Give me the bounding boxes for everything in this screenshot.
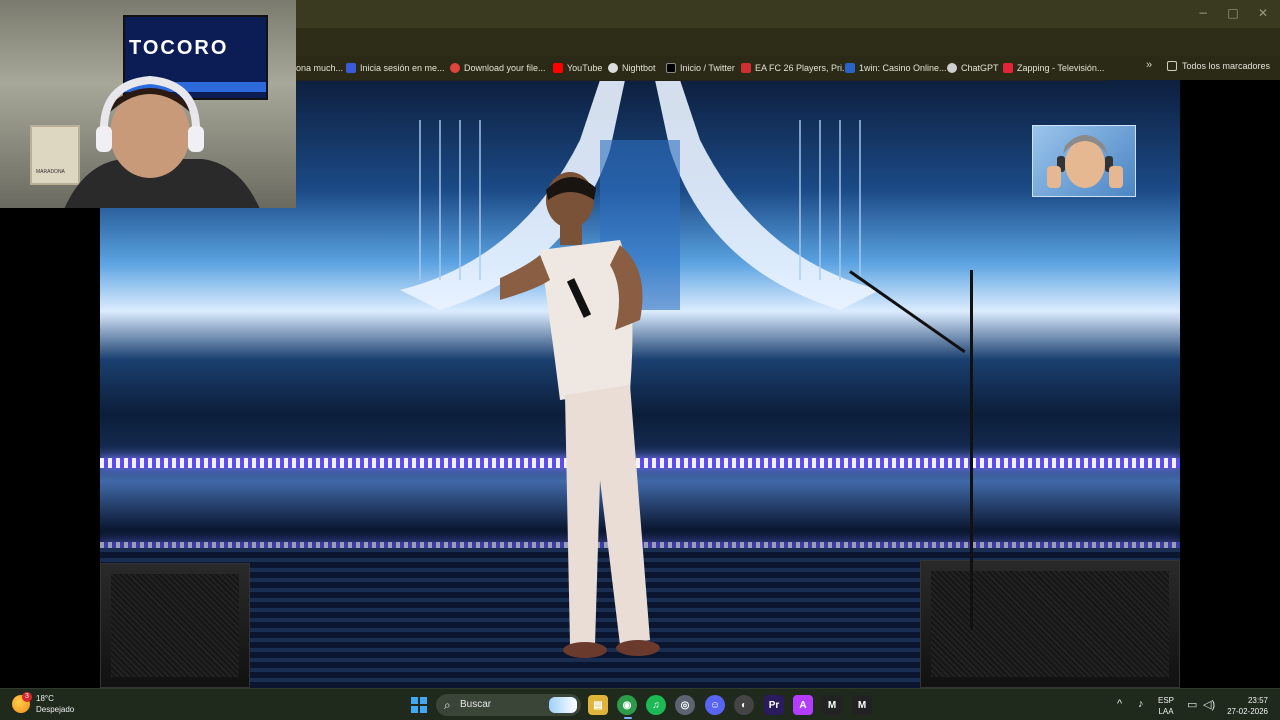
bookmark-item[interactable]: EA FC 26 Players, Pri...	[741, 61, 850, 75]
bookmark-item[interactable]: 1win: Casino Online...	[845, 61, 947, 75]
file-explorer-icon[interactable]: ▤	[588, 695, 608, 715]
picture-in-picture-overlay	[1032, 125, 1136, 197]
bookmark-item[interactable]: Download your file...	[450, 61, 546, 75]
folder-icon	[1166, 61, 1177, 71]
screen: − □ ✕ 352e ☆ ona much... Inicia sesión e…	[0, 0, 1280, 720]
bookmark-item[interactable]: Inicia sesión en me...	[346, 61, 445, 75]
bookmark-item[interactable]: Nightbot	[608, 61, 656, 75]
language-indicator[interactable]: ESP LAA	[1158, 695, 1174, 717]
network-icon[interactable]: ▭	[1187, 698, 1197, 711]
bookmark-item[interactable]: ona much...	[296, 61, 343, 75]
obs-icon[interactable]: ◐	[734, 695, 754, 715]
weather-widget[interactable]: 3 18°C Despejado	[12, 692, 75, 715]
zapping-icon	[1003, 63, 1013, 73]
weather-moon-icon: 3	[12, 692, 32, 713]
bookmarks-overflow-icon[interactable]: »	[1146, 59, 1152, 71]
notification-badge: 3	[22, 692, 32, 702]
premiere-icon[interactable]: Pr	[764, 695, 784, 715]
youtube-icon	[553, 63, 563, 73]
webcam-overlay: TOCORO MARADONA	[0, 0, 296, 208]
stage-speaker-right	[920, 560, 1180, 688]
chatgpt-icon	[947, 63, 957, 73]
bookmark-item[interactable]: Inicio / Twitter	[666, 61, 735, 75]
futbin-icon	[741, 63, 751, 73]
tray-overflow-icon[interactable]: ^	[1117, 698, 1122, 710]
system-clock[interactable]: 23:57 27-02-2026	[1222, 695, 1268, 717]
minimize-icon[interactable]: −	[1196, 6, 1210, 20]
discord-icon[interactable]: ☺	[705, 695, 725, 715]
mic-stand-boom	[849, 270, 966, 354]
microphone-icon[interactable]: ♪	[1138, 698, 1144, 710]
windows-taskbar: 3 18°C Despejado ⌕ Buscar ▤ ◉ ♫ ◎ ☺ ◐ Pr…	[0, 688, 1280, 720]
casino-icon	[845, 63, 855, 73]
chrome-icon[interactable]: ◉	[617, 695, 637, 715]
streamer	[64, 75, 260, 208]
download-icon	[450, 63, 460, 73]
pip-person	[1047, 135, 1123, 188]
volume-icon[interactable]: ◁)	[1203, 698, 1215, 711]
performer	[500, 172, 660, 658]
start-button[interactable]	[411, 697, 427, 713]
x-icon	[666, 63, 676, 73]
nightbot-icon	[608, 63, 618, 73]
search-highlight-image	[549, 697, 577, 713]
search-icon: ⌕	[444, 698, 451, 712]
app-icon[interactable]: ◎	[675, 695, 695, 715]
bookmark-item[interactable]: ChatGPT	[947, 61, 999, 75]
search-placeholder: Buscar	[460, 699, 492, 710]
adobe-app-icon[interactable]: A	[793, 695, 813, 715]
bookmark-item[interactable]: Zapping - Televisión...	[1003, 61, 1104, 75]
taskbar-search[interactable]: ⌕ Buscar	[436, 694, 581, 716]
maximize-icon[interactable]: □	[1226, 6, 1240, 20]
weather-description: Despejado	[36, 705, 75, 714]
spotify-icon[interactable]: ♫	[646, 695, 666, 715]
close-icon[interactable]: ✕	[1256, 6, 1270, 20]
weather-temperature: 18°C	[36, 694, 54, 703]
media-app-icon[interactable]: M	[822, 695, 842, 715]
bookmark-item[interactable]: YouTube	[553, 61, 602, 75]
media-app-2-icon[interactable]: M	[852, 695, 872, 715]
stage-speaker-left	[100, 563, 250, 688]
all-bookmarks-button[interactable]: Todos los marcadores	[1166, 61, 1270, 71]
mic-stand	[970, 270, 973, 630]
login-icon	[346, 63, 356, 73]
